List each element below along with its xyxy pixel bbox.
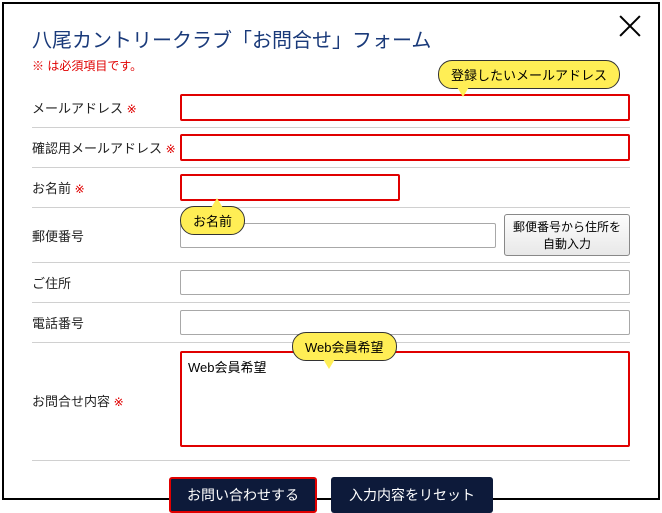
form-title: 八尾カントリークラブ「お問合せ」フォーム	[32, 24, 630, 53]
zip-auto-button[interactable]: 郵便番号から住所を自動入力	[504, 214, 630, 256]
callout-email: 登録したいメールアドレス	[438, 60, 620, 89]
form-actions: お問い合わせする 入力内容をリセット	[32, 477, 630, 513]
callout-name: お名前	[180, 206, 245, 235]
content-textarea[interactable]	[180, 351, 630, 447]
form-area: 登録したいメールアドレス お名前 Web会員希望 メールアドレス ※ 確認用メー…	[32, 88, 630, 461]
callout-content: Web会員希望	[292, 332, 397, 361]
required-mark: ※	[75, 182, 85, 196]
label-zip: 郵便番号	[32, 226, 180, 245]
required-mark: ※	[127, 102, 137, 116]
submit-button[interactable]: お問い合わせする	[169, 477, 317, 513]
email-confirm-input[interactable]	[180, 134, 630, 161]
contact-form-modal: 八尾カントリークラブ「お問合せ」フォーム ※ は必須項目です。 登録したいメール…	[2, 2, 660, 500]
label-address: ご住所	[32, 273, 180, 292]
row-email-confirm: 確認用メールアドレス ※	[32, 128, 630, 168]
email-input[interactable]	[180, 94, 630, 121]
row-zip: 郵便番号 郵便番号から住所を自動入力	[32, 208, 630, 263]
label-phone: 電話番号	[32, 313, 180, 332]
reset-button[interactable]: 入力内容をリセット	[331, 477, 493, 513]
address-input[interactable]	[180, 270, 630, 295]
phone-input[interactable]	[180, 310, 630, 335]
row-email: メールアドレス ※	[32, 88, 630, 128]
required-mark: ※	[166, 142, 176, 156]
label-email-confirm: 確認用メールアドレス ※	[32, 138, 180, 157]
label-email: メールアドレス ※	[32, 98, 180, 117]
required-mark: ※	[114, 395, 124, 409]
row-address: ご住所	[32, 263, 630, 303]
name-input[interactable]	[180, 174, 400, 201]
label-content: お問合せ内容 ※	[32, 351, 180, 410]
close-icon[interactable]	[616, 12, 644, 40]
label-name: お名前 ※	[32, 178, 180, 197]
row-name: お名前 ※	[32, 168, 630, 208]
